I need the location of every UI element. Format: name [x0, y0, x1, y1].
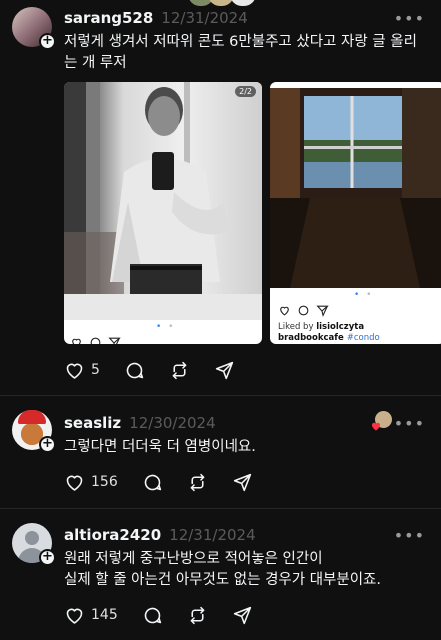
reply-post: + seasliz 12/30/2024 ••• 그렇다면 더더욱 더 염병이네요…: [0, 396, 441, 508]
user-avatar[interactable]: +: [12, 7, 56, 50]
comment-icon: [298, 305, 309, 316]
post-text: 그렇다면 더더욱 더 염병이네요.: [64, 439, 256, 455]
follow-plus-icon[interactable]: +: [39, 33, 56, 50]
share-icon: [316, 305, 329, 317]
post-text-line: 실제 할 줄 아는건 아무것도 없는 경우가 대부분이죠.: [64, 572, 382, 588]
heart-icon: [66, 608, 83, 624]
card-action-icons: [278, 304, 335, 317]
carousel-dots: • •: [156, 322, 176, 332]
red-heart-icon: [372, 422, 380, 431]
condo-photo: [270, 88, 441, 288]
like-button[interactable]: 145: [64, 605, 118, 626]
post-date: 12/31/2024: [169, 526, 256, 544]
comment-bubble-icon: [144, 474, 161, 490]
repost-button[interactable]: [169, 360, 190, 381]
heart-icon: [66, 363, 83, 379]
follow-plus-icon[interactable]: +: [39, 436, 56, 453]
send-icon: [233, 606, 251, 624]
heart-icon: [66, 475, 83, 491]
share-button[interactable]: [214, 360, 235, 381]
reply-button[interactable]: [142, 472, 163, 493]
username[interactable]: sarang528 12/31/2024: [64, 9, 248, 27]
like-button[interactable]: 156: [64, 472, 118, 493]
comment-bubble-icon: [144, 607, 161, 623]
image-counter-badge: 2/2: [235, 86, 256, 97]
send-icon: [233, 473, 251, 491]
username[interactable]: altiora2420 12/31/2024: [64, 526, 256, 544]
repost-icon: [172, 361, 187, 379]
post-text: 저렇게 생겨서 저따위 콘도 6만불주고 샀다고 자랑 글 올리는 개 루저: [64, 34, 417, 71]
carousel-dots: • •: [354, 290, 374, 300]
comment-bubble-icon: [126, 362, 144, 378]
like-button[interactable]: 5: [64, 360, 100, 381]
comment-icon: [90, 337, 101, 344]
caption-hashtag[interactable]: #condo: [347, 333, 380, 343]
post-actions: 5: [64, 358, 259, 382]
embedded-image-card[interactable]: • • Liked by lisiolczyta bradbookcafe #c…: [270, 82, 441, 344]
post-text-line: 원래 저렇게 중구난방으로 적어놓은 인간이: [64, 551, 323, 567]
share-icon: [108, 337, 121, 344]
post-date: 12/31/2024: [161, 9, 248, 27]
like-count: 145: [91, 607, 118, 623]
person-illustration: [64, 82, 228, 294]
post-actions: 145: [64, 603, 277, 627]
reply-button[interactable]: [124, 360, 145, 381]
more-options-icon[interactable]: •••: [394, 9, 425, 28]
send-icon: [215, 361, 234, 379]
reply-post: + altiora2420 12/31/2024 ••• 원래 저렇게 중구난방으…: [0, 509, 441, 640]
caption-user[interactable]: bradbookcafe: [278, 333, 344, 343]
follow-plus-icon[interactable]: +: [39, 549, 56, 566]
repost-icon: [190, 606, 205, 624]
post-text: 원래 저렇게 중구난방으로 적어놓은 인간이 실제 할 줄 아는건 아무것도 없…: [64, 549, 426, 591]
post-actions: 156: [64, 470, 277, 494]
username-text[interactable]: sarang528: [64, 9, 153, 27]
card-action-icons: [70, 336, 127, 344]
like-count: 156: [91, 474, 118, 490]
username[interactable]: seasliz 12/30/2024: [64, 414, 216, 432]
liked-by-author-indicator: [370, 410, 392, 432]
reply-post: + sarang528 12/31/2024 ••• 저렇게 생겨서 저따위 콘도…: [0, 0, 441, 395]
liked-by-label: Liked by: [278, 322, 314, 332]
repost-button[interactable]: [187, 472, 208, 493]
user-avatar[interactable]: +: [12, 523, 56, 566]
caption-line: bradbookcafe #condo: [278, 333, 380, 343]
liked-by-user[interactable]: lisiolczyta: [316, 322, 364, 332]
like-count: 5: [91, 362, 100, 378]
heart-icon: [280, 306, 289, 316]
condo-illustration: [270, 88, 441, 288]
username-text[interactable]: altiora2420: [64, 526, 161, 544]
embedded-image-card[interactable]: 2/2 • •: [64, 82, 262, 344]
username-text[interactable]: seasliz: [64, 414, 121, 432]
more-options-icon[interactable]: •••: [394, 526, 425, 545]
post-date: 12/30/2024: [129, 414, 216, 432]
reply-button[interactable]: [142, 605, 163, 626]
liked-by-line: Liked by lisiolczyta: [278, 322, 364, 332]
person-photo: 2/2: [64, 82, 262, 294]
heart-icon: [72, 338, 81, 344]
repost-button[interactable]: [187, 605, 208, 626]
more-options-icon[interactable]: •••: [394, 414, 425, 433]
user-avatar[interactable]: +: [12, 410, 56, 453]
share-button[interactable]: [232, 472, 253, 493]
share-button[interactable]: [232, 605, 253, 626]
repost-icon: [190, 473, 205, 491]
